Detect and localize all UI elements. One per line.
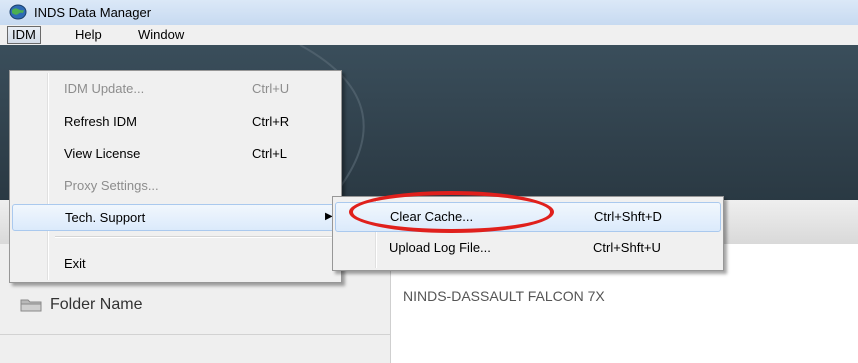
- title-bar: INDS Data Manager: [0, 0, 858, 26]
- menu-item-shortcut: Ctrl+R: [252, 114, 290, 129]
- menu-item-label: Clear Cache...: [390, 209, 474, 224]
- pane-divider: [0, 334, 390, 335]
- menu-separator: [55, 236, 337, 238]
- menu-window[interactable]: Window: [134, 27, 188, 43]
- menu-item-shortcut: Ctrl+L: [252, 146, 288, 161]
- folder-label: Folder Name: [50, 296, 143, 313]
- globe-icon: [9, 4, 27, 23]
- menu-help[interactable]: Help: [71, 27, 106, 43]
- idm-dropdown-menu: IDM Update... Ctrl+U Refresh IDM Ctrl+R …: [9, 70, 342, 283]
- menu-item-label: View License: [64, 146, 141, 161]
- window-title: INDS Data Manager: [34, 5, 152, 20]
- menu-item-exit[interactable]: Exit: [12, 251, 339, 276]
- folder-icon: [20, 298, 42, 315]
- menu-item-idm-update[interactable]: IDM Update... Ctrl+U: [12, 76, 339, 101]
- tech-support-submenu: Clear Cache... Ctrl+Shft+D Upload Log Fi…: [332, 196, 724, 271]
- menu-item-clear-cache[interactable]: Clear Cache... Ctrl+Shft+D: [335, 202, 721, 232]
- menu-item-tech-support[interactable]: Tech. Support ▶: [12, 204, 339, 231]
- menu-item-label: Tech. Support: [65, 210, 146, 225]
- menu-item-label: IDM Update...: [64, 81, 145, 96]
- content-title: NINDS-DASSAULT FALCON 7X: [403, 288, 605, 304]
- menu-idm[interactable]: IDM: [7, 26, 41, 44]
- menu-item-label: Upload Log File...: [389, 240, 491, 255]
- menu-item-shortcut: Ctrl+Shft+D: [594, 209, 662, 224]
- menu-item-label: Refresh IDM: [64, 114, 137, 129]
- menu-item-view-license[interactable]: View License Ctrl+L: [12, 141, 339, 166]
- menu-item-refresh-idm[interactable]: Refresh IDM Ctrl+R: [12, 109, 339, 134]
- menu-bar: IDM Help Window: [0, 25, 858, 46]
- menu-item-shortcut: Ctrl+U: [252, 81, 290, 96]
- menu-item-upload-log-file[interactable]: Upload Log File... Ctrl+Shft+U: [335, 235, 721, 260]
- menu-item-label: Exit: [64, 256, 86, 271]
- menu-item-shortcut: Ctrl+Shft+U: [593, 240, 661, 255]
- menu-item-proxy-settings[interactable]: Proxy Settings...: [12, 173, 339, 198]
- menu-item-label: Proxy Settings...: [64, 178, 159, 193]
